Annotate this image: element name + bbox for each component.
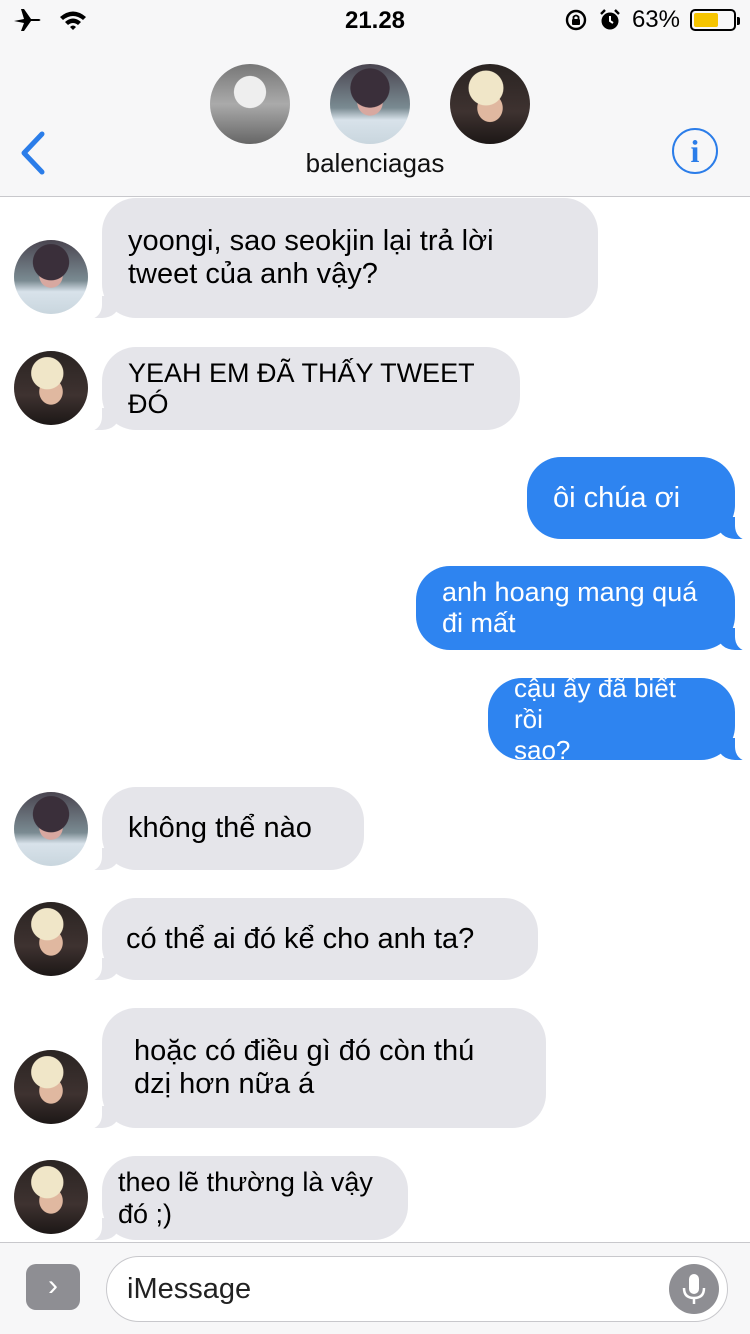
message-bubble[interactable]: hoặc có điều gì đó còn thú dzị hơn nữa á bbox=[84, 1008, 546, 1129]
sender-avatar[interactable] bbox=[14, 902, 88, 976]
message-line: theo lẽ thường là vậy bbox=[118, 1167, 373, 1197]
info-icon: i bbox=[690, 133, 700, 169]
battery-percent: 63% bbox=[631, 6, 680, 33]
message-line: hoặc có điều gì đó còn thú bbox=[134, 1035, 475, 1067]
status-bar: 21.28 63% bbox=[0, 0, 750, 40]
message-line: yoongi, sao seokjin lại trả lời bbox=[128, 225, 494, 257]
sender-avatar[interactable] bbox=[14, 1160, 88, 1234]
compose-bar: › iMessage bbox=[0, 1242, 750, 1334]
message-bubble[interactable]: có thể ai đó kể cho anh ta? bbox=[84, 898, 538, 981]
chevron-right-icon: › bbox=[48, 1269, 58, 1302]
group-avatar-2[interactable] bbox=[330, 64, 410, 144]
sender-avatar[interactable] bbox=[14, 351, 88, 425]
message-line: đó ;) bbox=[118, 1199, 173, 1229]
message-line: dzị hơn nữa á bbox=[134, 1068, 315, 1100]
alarm-icon bbox=[600, 9, 620, 30]
status-right: 63% bbox=[564, 6, 740, 34]
sender-avatar[interactable] bbox=[14, 240, 88, 314]
message-bubble[interactable]: anh hoang mang quá đi mất bbox=[416, 566, 750, 651]
message-line: anh hoang mang quá bbox=[442, 577, 698, 607]
apps-button[interactable]: › bbox=[26, 1264, 80, 1310]
message-line: có thể ai đó kể cho anh ta? bbox=[126, 922, 475, 955]
message-bubble[interactable]: YEAH EM ĐÃ THẤY TWEET ĐÓ bbox=[84, 347, 520, 431]
message-bubble[interactable]: ôi chúa ơi bbox=[527, 457, 750, 540]
message-bubble[interactable]: không thể nào bbox=[84, 787, 364, 871]
conversation-header: balenciagas i bbox=[0, 40, 750, 197]
group-avatar-1[interactable] bbox=[210, 64, 290, 144]
group-name[interactable]: balenciagas bbox=[0, 148, 750, 179]
message-line: ĐÓ bbox=[128, 388, 169, 419]
message-bubble[interactable]: yoongi, sao seokjin lại trả lời tweet củ… bbox=[84, 198, 598, 319]
microphone-icon bbox=[682, 1274, 706, 1304]
microphone-button[interactable] bbox=[669, 1264, 719, 1314]
message-line: cậu ấy đã biết rồi bbox=[514, 672, 676, 734]
info-button[interactable]: i bbox=[672, 128, 718, 174]
message-line: YEAH EM ĐÃ THẤY TWEET bbox=[128, 357, 475, 388]
message-line: đi mất bbox=[442, 608, 516, 638]
sender-avatar[interactable] bbox=[14, 1050, 88, 1124]
message-line: không thể nào bbox=[128, 812, 312, 844]
message-bubble[interactable]: theo lẽ thường là vậy đó ;) bbox=[84, 1156, 408, 1241]
message-line: ôi chúa ơi bbox=[553, 481, 681, 514]
sender-avatar[interactable] bbox=[14, 792, 88, 866]
message-input-placeholder: iMessage bbox=[127, 1273, 252, 1305]
orientation-lock-icon bbox=[565, 9, 587, 31]
message-input[interactable]: iMessage bbox=[106, 1256, 728, 1322]
battery-level bbox=[694, 13, 718, 27]
battery-icon bbox=[690, 9, 740, 31]
message-bubble[interactable]: cậu ấy đã biết rồi sao? bbox=[488, 673, 750, 765]
group-avatar-3[interactable] bbox=[450, 64, 530, 144]
message-line: tweet của anh vậy? bbox=[128, 258, 378, 290]
message-line: sao? bbox=[514, 734, 571, 765]
